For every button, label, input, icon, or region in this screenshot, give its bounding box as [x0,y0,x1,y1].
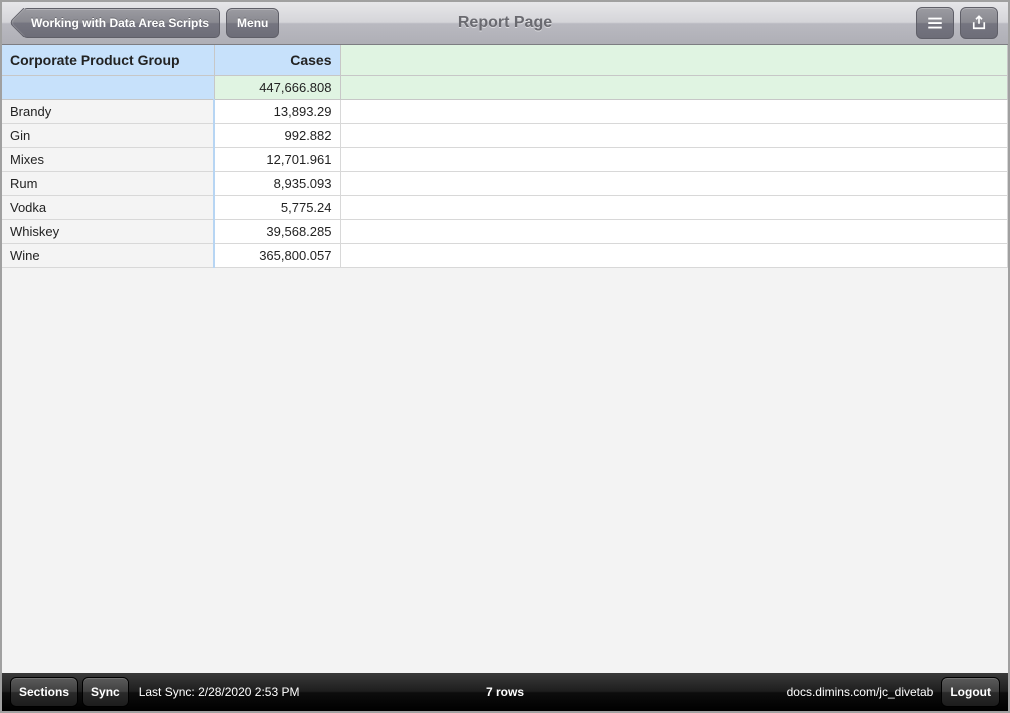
table-row[interactable]: Vodka5,775.24 [2,195,1008,219]
app-window: Working with Data Area Scripts Menu Repo… [0,0,1010,713]
row-dimension-cell: Wine [2,243,214,267]
logout-button-label: Logout [950,685,991,699]
row-dimension-cell: Mixes [2,147,214,171]
row-fill [340,243,1008,267]
row-fill [340,195,1008,219]
table-row[interactable]: Gin992.882 [2,123,1008,147]
row-dimension-cell: Rum [2,171,214,195]
row-measure-cell: 13,893.29 [214,99,340,123]
footer-toolbar: Sections Sync Last Sync: 2/28/2020 2:53 … [2,673,1008,711]
menu-button-label: Menu [237,16,268,30]
header-right-controls [910,7,998,39]
table-row[interactable]: Whiskey39,568.285 [2,219,1008,243]
hamburger-button[interactable] [916,7,954,39]
row-dimension-cell: Brandy [2,99,214,123]
share-icon [970,14,988,32]
report-content: Corporate Product Group Cases 447,666.80… [2,45,1008,673]
row-measure-cell: 992.882 [214,123,340,147]
table-row[interactable]: Rum8,935.093 [2,171,1008,195]
back-button[interactable]: Working with Data Area Scripts [22,8,220,38]
logout-button[interactable]: Logout [941,677,1000,707]
last-sync-text: Last Sync: 2/28/2020 2:53 PM [139,685,300,699]
row-fill [340,147,1008,171]
row-measure-cell: 365,800.057 [214,243,340,267]
total-measure-cell: 447,666.808 [214,75,340,99]
table-row[interactable]: Brandy13,893.29 [2,99,1008,123]
row-dimension-cell: Gin [2,123,214,147]
row-fill [340,219,1008,243]
header-toolbar: Working with Data Area Scripts Menu Repo… [2,2,1008,45]
row-measure-cell: 8,935.093 [214,171,340,195]
table-row[interactable]: Wine365,800.057 [2,243,1008,267]
row-measure-cell: 5,775.24 [214,195,340,219]
table-row[interactable]: Mixes12,701.961 [2,147,1008,171]
sync-button-label: Sync [91,685,120,699]
column-header-measure[interactable]: Cases [214,45,340,75]
table-total-row: 447,666.808 [2,75,1008,99]
row-measure-cell: 12,701.961 [214,147,340,171]
sync-button[interactable]: Sync [82,677,129,707]
total-fill [340,75,1008,99]
row-fill [340,123,1008,147]
row-dimension-cell: Vodka [2,195,214,219]
data-table: Corporate Product Group Cases 447,666.80… [2,45,1008,268]
share-button[interactable] [960,7,998,39]
hamburger-icon [926,14,944,32]
row-fill [340,171,1008,195]
table-header-row: Corporate Product Group Cases [2,45,1008,75]
row-dimension-cell: Whiskey [2,219,214,243]
row-measure-cell: 39,568.285 [214,219,340,243]
header-fill [340,45,1008,75]
server-text: docs.dimins.com/jc_divetab [787,685,934,699]
menu-button[interactable]: Menu [226,8,279,38]
sections-button-label: Sections [19,685,69,699]
column-header-dimension[interactable]: Corporate Product Group [2,45,214,75]
row-fill [340,99,1008,123]
sections-button[interactable]: Sections [10,677,78,707]
back-button-label: Working with Data Area Scripts [31,16,209,30]
total-dimension-cell [2,75,214,99]
